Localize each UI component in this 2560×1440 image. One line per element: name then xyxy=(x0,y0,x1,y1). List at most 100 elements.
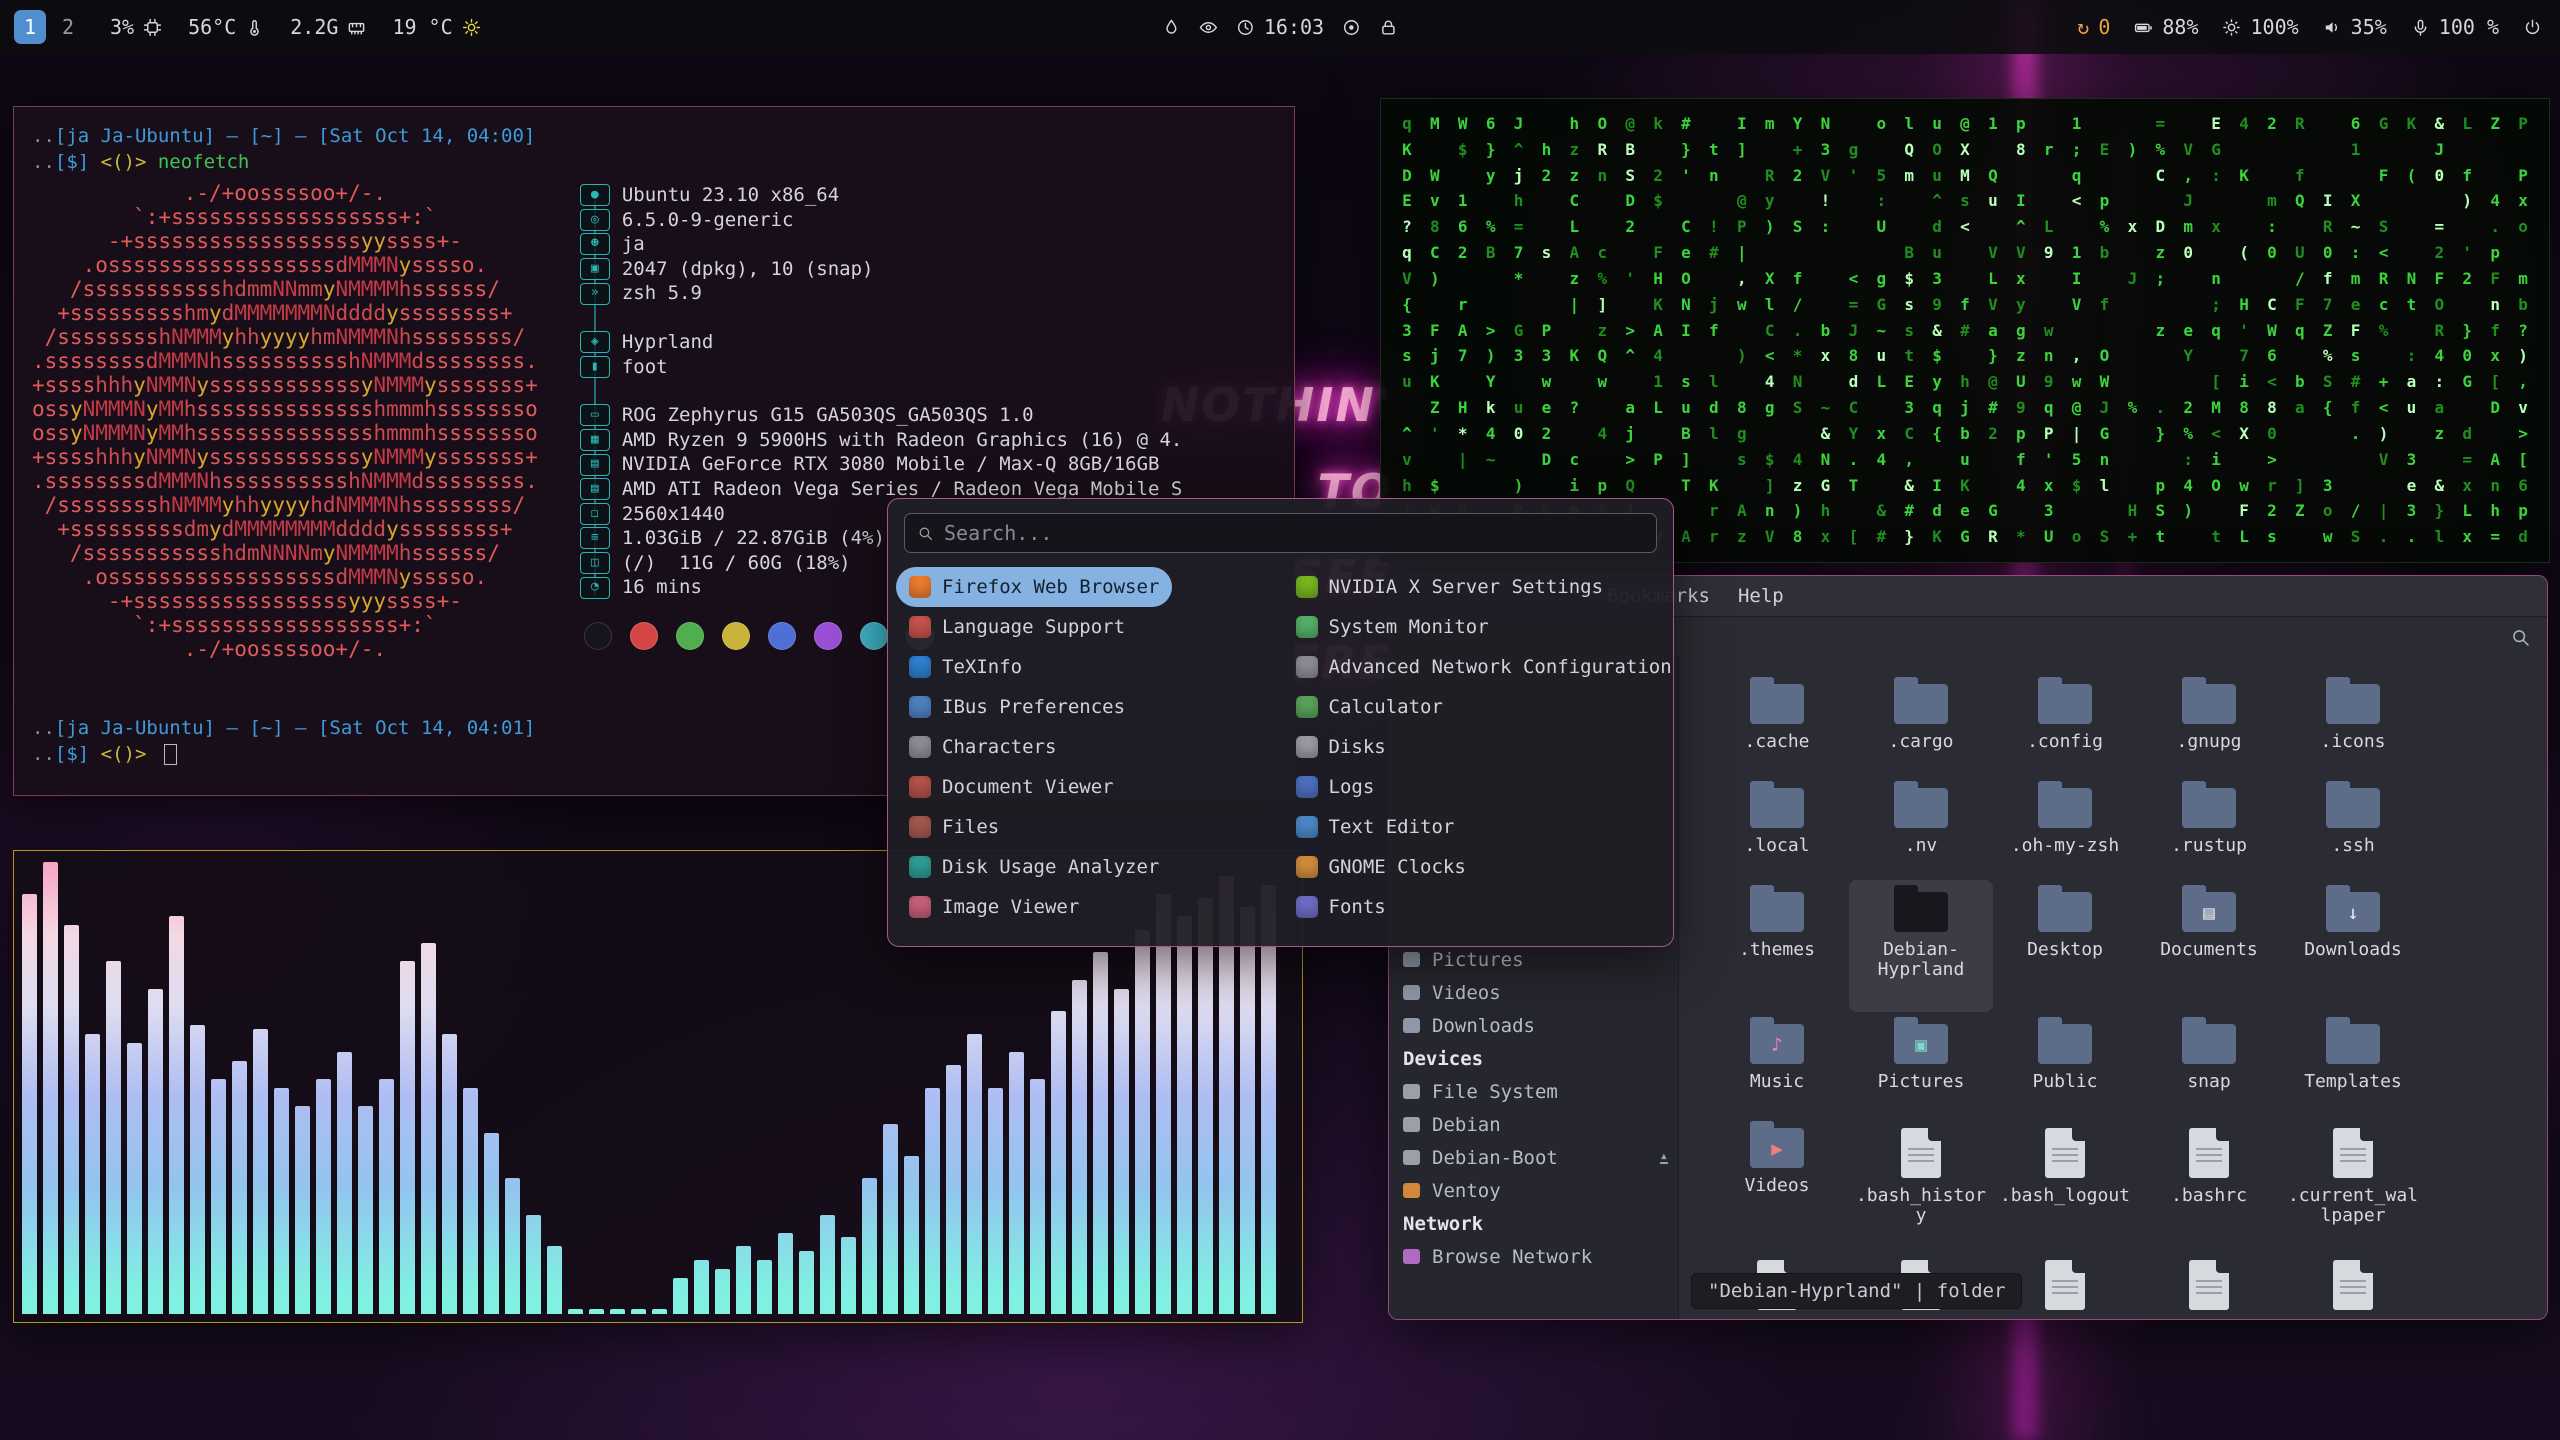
launcher-column-left: Firefox Web Browser Language Support TeX… xyxy=(894,567,1281,927)
file-grid-item[interactable]: .themes xyxy=(1705,880,1849,1012)
visualizer-bar xyxy=(631,1309,646,1314)
launcher-item[interactable]: Characters xyxy=(896,727,1069,767)
neofetch-info-row: ◈ Hyprland xyxy=(580,330,1183,355)
workspace-button-2[interactable]: 2 xyxy=(52,10,84,44)
file-grid-item[interactable]: .nv xyxy=(1849,776,1993,880)
file-label: Desktop xyxy=(2027,940,2103,960)
launcher-item[interactable]: TeXInfo xyxy=(896,647,1035,687)
launcher-item[interactable]: System Monitor xyxy=(1283,607,1502,647)
file-icon xyxy=(1901,1128,1941,1178)
launcher-item-label: Document Viewer xyxy=(942,776,1114,798)
microphone-module[interactable]: 100 % xyxy=(2411,15,2499,39)
lock-icon[interactable] xyxy=(1379,18,1398,37)
file-grid-item[interactable] xyxy=(2137,1248,2281,1318)
file-grid-item[interactable]: .bashrc xyxy=(2137,1116,2281,1248)
launcher-item[interactable]: NVIDIA X Server Settings xyxy=(1283,567,1617,607)
launcher-item[interactable]: Firefox Web Browser xyxy=(896,567,1172,607)
file-grid-item[interactable]: .config xyxy=(1993,672,2137,776)
file-grid-item[interactable]: .bash_logout xyxy=(1993,1116,2137,1248)
file-grid: .cache .cargo .config xyxy=(1705,672,2547,1318)
launcher-item[interactable]: Disks xyxy=(1283,727,1399,767)
file-grid-item[interactable]: ↓ Downloads xyxy=(2281,880,2425,1012)
battery-module[interactable]: 88% xyxy=(2134,15,2198,39)
file-grid-item[interactable]: .rustup xyxy=(2137,776,2281,880)
file-grid-item[interactable]: .oh-my-zsh xyxy=(1993,776,2137,880)
file-grid-item[interactable]: Desktop xyxy=(1993,880,2137,1012)
visualizer-bar xyxy=(799,1251,814,1314)
menubar-item-help[interactable]: Help xyxy=(1738,585,1784,607)
sidebar-item-videos[interactable]: Videos ▴ xyxy=(1389,976,1678,1009)
visualizer-bar xyxy=(547,1246,562,1314)
power-icon[interactable] xyxy=(2523,18,2542,37)
file-label: Public xyxy=(2032,1072,2097,1092)
sidebar-item-label: Ventoy xyxy=(1432,1180,1501,1202)
sidebar-item-label: Pictures xyxy=(1432,949,1524,971)
file-label: .gnupg xyxy=(2176,732,2241,752)
file-grid-item[interactable]: Templates xyxy=(2281,1012,2425,1116)
file-icon: ♪ xyxy=(1750,1024,1804,1064)
file-grid-item[interactable]: .current_wallpaper xyxy=(2281,1116,2425,1248)
sidebar-item-debian[interactable]: Debian ▴ xyxy=(1389,1108,1678,1141)
launcher-item[interactable]: Fonts xyxy=(1283,887,1399,927)
file-grid-item[interactable]: .icons xyxy=(2281,672,2425,776)
brightness-module[interactable]: 100% xyxy=(2222,15,2298,39)
search-input[interactable] xyxy=(942,520,1644,546)
file-grid-item[interactable]: Debian-Hyprland xyxy=(1849,880,1993,1012)
host-icon: ▭ xyxy=(580,404,610,426)
launcher-item-label: GNOME Clocks xyxy=(1329,856,1466,878)
launcher-item[interactable]: Text Editor xyxy=(1283,807,1468,847)
sidebar-item-browse-network[interactable]: Browse Network ▴ xyxy=(1389,1240,1678,1273)
temperature-icon xyxy=(245,18,264,37)
sidebar-item-pictures[interactable]: Pictures ▴ xyxy=(1389,943,1678,976)
file-grid-item[interactable]: snap xyxy=(2137,1012,2281,1116)
launcher-item[interactable]: Image Viewer xyxy=(896,887,1092,927)
sidebar-header-devices[interactable]: Devices ▴ xyxy=(1389,1042,1678,1075)
place-icon xyxy=(1403,1249,1420,1264)
file-grid-item[interactable]: ▶ Videos xyxy=(1705,1116,1849,1248)
file-grid-item[interactable]: .bash_history xyxy=(1849,1116,1993,1248)
workspace-button-1[interactable]: 1 xyxy=(14,10,46,44)
launcher-item[interactable]: GNOME Clocks xyxy=(1283,847,1479,887)
folder-badge-icon: ▣ xyxy=(1915,1034,1926,1056)
launcher-item[interactable]: Logs xyxy=(1283,767,1388,807)
temperature-value: 56°C xyxy=(188,15,236,39)
file-grid-item[interactable]: .gnupg xyxy=(2137,672,2281,776)
launcher-item[interactable]: Language Support xyxy=(896,607,1138,647)
file-grid-item[interactable]: .ssh xyxy=(2281,776,2425,880)
file-grid-item[interactable]: .cargo xyxy=(1849,672,1993,776)
file-grid-item[interactable]: .local xyxy=(1705,776,1849,880)
sidebar-item-downloads[interactable]: Downloads ▴ xyxy=(1389,1009,1678,1042)
file-label: .bash_logout xyxy=(2000,1186,2130,1206)
file-grid-item[interactable] xyxy=(2281,1248,2425,1318)
sidebar-item-ventoy[interactable]: Ventoy ▴ xyxy=(1389,1174,1678,1207)
neofetch-info-text: (/) 11G / 60G (18%) xyxy=(622,551,851,576)
folder-badge-icon: ▶ xyxy=(1771,1138,1782,1160)
status-bar-pill: "Debian-Hyprland" | folder xyxy=(1691,1273,2022,1309)
updates-module[interactable]: ↻ 0 xyxy=(2077,15,2110,39)
prompt-glyph: <()> xyxy=(89,743,158,765)
visualizer-bar xyxy=(1114,989,1129,1314)
search-icon[interactable] xyxy=(2510,627,2531,648)
sidebar-item-debian-boot[interactable]: Debian-Boot ▴ xyxy=(1389,1141,1678,1174)
file-grid-item[interactable]: ♪ Music xyxy=(1705,1012,1849,1116)
launcher-item[interactable]: Calculator xyxy=(1283,687,1456,727)
volume-module[interactable]: 35% xyxy=(2323,15,2387,39)
launcher-item[interactable]: Disk Usage Analyzer xyxy=(896,847,1172,887)
droplet-icon xyxy=(1162,18,1181,37)
weather-value: 19 °C xyxy=(392,15,452,39)
file-grid-item[interactable]: Public xyxy=(1993,1012,2137,1116)
eject-icon[interactable]: ▴ xyxy=(1660,1151,1668,1164)
file-grid-item[interactable]: ▤ Documents xyxy=(2137,880,2281,1012)
sidebar-item-label: Debian xyxy=(1432,1114,1501,1136)
file-grid-item[interactable]: .cache xyxy=(1705,672,1849,776)
eye-icon[interactable] xyxy=(1199,18,1218,37)
sidebar-header-network[interactable]: Network ▴ xyxy=(1389,1207,1678,1240)
sidebar-item-label: Videos xyxy=(1432,982,1501,1004)
launcher-item[interactable]: IBus Preferences xyxy=(896,687,1138,727)
sidebar-item-file-system[interactable]: File System ▴ xyxy=(1389,1075,1678,1108)
launcher-item[interactable]: Advanced Network Configuration xyxy=(1283,647,1685,687)
file-grid-item[interactable]: ▣ Pictures xyxy=(1849,1012,1993,1116)
file-icon xyxy=(1894,684,1948,724)
launcher-item[interactable]: Document Viewer xyxy=(896,767,1127,807)
launcher-item[interactable]: Files xyxy=(896,807,1012,847)
